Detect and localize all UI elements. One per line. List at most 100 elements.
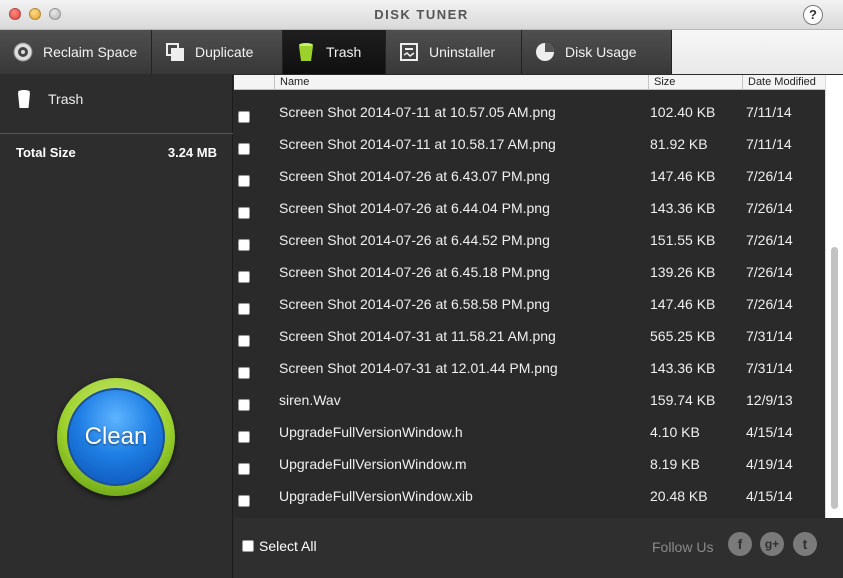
select-all-checkbox[interactable] xyxy=(242,540,254,552)
scrollbar-thumb[interactable] xyxy=(831,247,838,509)
file-name: UpgradeFullVersionWindow.m xyxy=(279,456,467,472)
row-checkbox[interactable] xyxy=(238,143,250,155)
row-checkbox[interactable] xyxy=(238,303,250,315)
tab-label: Reclaim Space xyxy=(43,44,138,60)
sidebar: Trash Total Size 3.24 MB Clean xyxy=(0,75,233,578)
list-header: Name Size Date Modified xyxy=(234,75,825,90)
total-size-row: Total Size 3.24 MB xyxy=(16,145,217,160)
file-date: 4/19/14 xyxy=(746,456,793,472)
table-row[interactable]: UpgradeFullVersionWindow.m 8.19 KB 4/19/14 xyxy=(234,449,825,481)
column-header-date[interactable]: Date Modified xyxy=(742,75,825,90)
row-checkbox[interactable] xyxy=(238,399,250,411)
row-checkbox[interactable] xyxy=(238,495,250,507)
row-checkbox[interactable] xyxy=(238,431,250,443)
table-row[interactable]: UpgradeFullVersionWindow.xib 20.48 KB 4/15… xyxy=(234,481,825,513)
help-button[interactable]: ? xyxy=(803,5,823,25)
tab-label: Duplicate xyxy=(195,44,254,60)
file-date: 7/31/14 xyxy=(746,328,793,344)
table-row[interactable]: Screen Shot 2014-07-26 at 6.44.04 PM.png… xyxy=(234,193,825,225)
file-size: 143.36 KB xyxy=(650,360,716,376)
file-date: 7/26/14 xyxy=(746,168,793,184)
tab-disk-usage[interactable]: Disk Usage xyxy=(522,30,672,74)
file-size: 4.10 KB xyxy=(650,424,700,440)
google-plus-icon[interactable]: g+ xyxy=(760,532,784,556)
column-header-size[interactable]: Size xyxy=(648,75,742,90)
file-name: Screen Shot 2014-07-26 at 6.44.52 PM.png xyxy=(279,232,550,248)
file-size: 139.26 KB xyxy=(650,264,716,280)
file-size: 143.36 KB xyxy=(650,200,716,216)
tab-label: Uninstaller xyxy=(429,44,496,60)
file-date: 7/11/14 xyxy=(746,104,792,120)
clean-button-ring: Clean xyxy=(57,378,175,496)
twitter-icon[interactable]: t xyxy=(793,532,817,556)
file-name: Screen Shot 2014-07-26 at 6.44.04 PM.png xyxy=(279,200,550,216)
row-checkbox[interactable] xyxy=(238,463,250,475)
tab-duplicate[interactable]: Duplicate xyxy=(152,30,283,74)
table-row[interactable]: Screen Shot 2014-07-26 at 6.58.58 PM.png… xyxy=(234,289,825,321)
file-size: 151.55 KB xyxy=(650,232,716,248)
tab-uninstaller[interactable]: Uninstaller xyxy=(386,30,522,74)
table-row[interactable]: Screen Shot 2014-07-26 at 6.43.07 PM.png… xyxy=(234,161,825,193)
file-name: UpgradeFullVersionWindow.h xyxy=(279,424,463,440)
table-row[interactable]: siren.Wav 159.74 KB 12/9/13 xyxy=(234,385,825,417)
file-name: Screen Shot 2014-07-31 at 12.01.44 PM.pn… xyxy=(279,360,558,376)
window-title: DISK TUNER xyxy=(374,7,469,22)
table-row[interactable]: UpgradeFullVersionWindow.h 4.10 KB 4/15/14 xyxy=(234,417,825,449)
file-date: 7/26/14 xyxy=(746,232,793,248)
column-header-name[interactable]: Name xyxy=(274,75,648,90)
tab-label: Trash xyxy=(326,44,362,60)
file-size: 159.74 KB xyxy=(650,392,716,408)
file-name: Screen Shot 2014-07-26 at 6.43.07 PM.png xyxy=(279,168,550,184)
file-name: Screen Shot 2014-07-26 at 6.45.18 PM.png xyxy=(279,264,550,280)
tab-bar: Reclaim Space Duplicate Trash Uninstalle… xyxy=(0,30,843,74)
facebook-icon[interactable]: f xyxy=(728,532,752,556)
row-checkbox[interactable] xyxy=(238,239,250,251)
file-date: 4/15/14 xyxy=(746,424,793,440)
clean-button[interactable]: Clean xyxy=(67,388,165,486)
file-date: 7/11/14 xyxy=(746,136,792,152)
scrollbar[interactable] xyxy=(825,75,843,518)
file-size: 147.46 KB xyxy=(650,296,716,312)
file-rows: Screen Shot 2014-07-11 at 10.57.05 AM.pn… xyxy=(234,97,825,513)
footer: Select All Follow Us f g+ t xyxy=(234,518,843,578)
sidebar-divider xyxy=(0,133,233,134)
file-size: 147.46 KB xyxy=(650,168,716,184)
file-name: Screen Shot 2014-07-11 at 10.58.17 AM.pn… xyxy=(279,136,556,152)
tab-reclaim-space[interactable]: Reclaim Space xyxy=(0,30,152,74)
file-date: 7/26/14 xyxy=(746,200,793,216)
table-row[interactable]: Screen Shot 2014-07-26 at 6.44.52 PM.png… xyxy=(234,225,825,257)
file-name: Screen Shot 2014-07-31 at 11.58.21 AM.pn… xyxy=(279,328,556,344)
tab-bar-filler xyxy=(672,30,843,74)
row-checkbox[interactable] xyxy=(238,111,250,123)
trash-icon xyxy=(299,43,313,61)
select-all-control[interactable]: Select All xyxy=(242,538,317,554)
tab-label: Disk Usage xyxy=(565,44,637,60)
file-date: 7/26/14 xyxy=(746,296,793,312)
file-date: 12/9/13 xyxy=(746,392,793,408)
file-size: 8.19 KB xyxy=(650,456,700,472)
row-checkbox[interactable] xyxy=(238,335,250,347)
table-row[interactable]: Screen Shot 2014-07-11 at 10.57.05 AM.pn… xyxy=(234,97,825,129)
sidebar-item-trash[interactable]: Trash xyxy=(16,89,83,109)
file-name: Screen Shot 2014-07-26 at 6.58.58 PM.png xyxy=(279,296,550,312)
trash-icon xyxy=(18,90,30,108)
sidebar-item-label: Trash xyxy=(48,91,84,107)
file-size: 565.25 KB xyxy=(650,328,716,344)
tab-trash[interactable]: Trash xyxy=(283,30,386,74)
row-checkbox[interactable] xyxy=(238,207,250,219)
total-size-value: 3.24 MB xyxy=(167,145,217,160)
table-row[interactable]: Screen Shot 2014-07-11 at 10.58.17 AM.pn… xyxy=(234,129,825,161)
follow-us-label: Follow Us xyxy=(652,539,714,555)
uninstaller-icon xyxy=(400,43,418,61)
row-checkbox[interactable] xyxy=(238,175,250,187)
file-date: 4/15/14 xyxy=(746,488,793,504)
table-row[interactable]: Screen Shot 2014-07-31 at 11.58.21 AM.pn… xyxy=(234,321,825,353)
table-row[interactable]: Screen Shot 2014-07-26 at 6.45.18 PM.png… xyxy=(234,257,825,289)
select-all-label: Select All xyxy=(259,538,317,554)
file-date: 7/31/14 xyxy=(746,360,793,376)
file-name: UpgradeFullVersionWindow.xib xyxy=(279,488,473,504)
row-checkbox[interactable] xyxy=(238,271,250,283)
table-row[interactable]: Screen Shot 2014-07-31 at 12.01.44 PM.pn… xyxy=(234,353,825,385)
disk-usage-icon xyxy=(536,43,554,61)
row-checkbox[interactable] xyxy=(238,367,250,379)
